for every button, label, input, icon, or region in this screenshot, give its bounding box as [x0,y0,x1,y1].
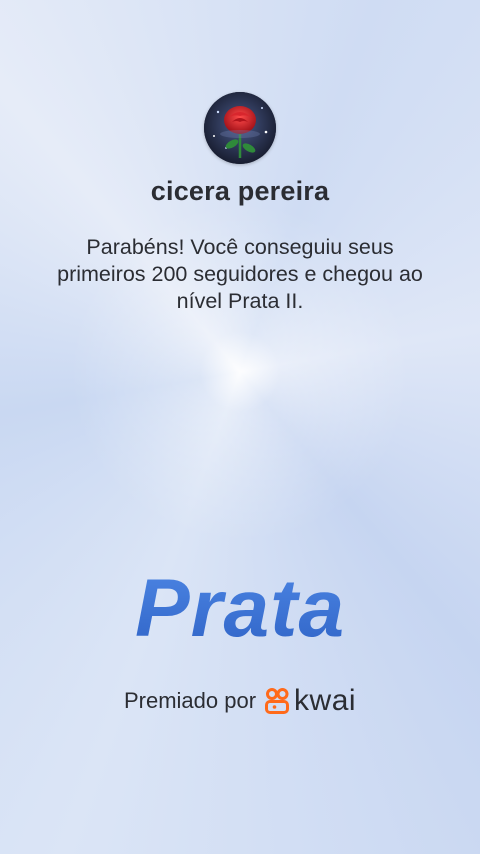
kwai-logo-icon [264,687,290,715]
achievement-screen: cicera pereira Parabéns! Você conseguiu … [0,0,480,854]
awarded-label: Premiado por [123,688,257,713]
avatar[interactable] [204,92,276,164]
level-title: Prata [0,562,480,656]
brand: kwai [264,684,356,718]
brand-name: kwai [294,684,357,717]
profile-name: cicera pereira [150,176,330,206]
rose-icon [204,92,276,164]
awarded-by: Premiado por kwai [0,684,480,718]
achievement-message: Parabéns! Você conseguiu seus primeiros … [57,235,423,313]
